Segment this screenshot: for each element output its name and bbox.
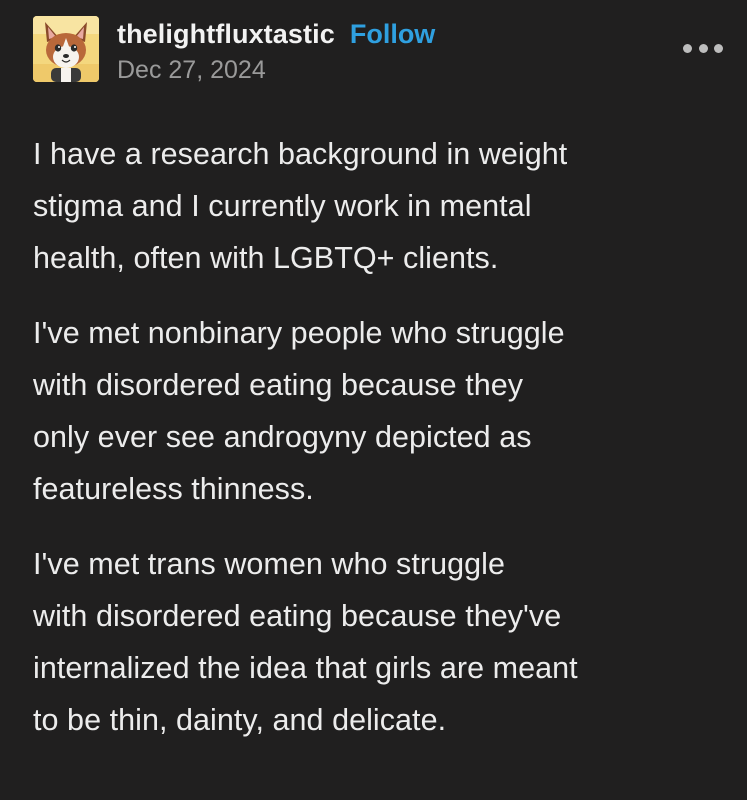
post-header: thelightfluxtastic Follow Dec 27, 2024	[33, 16, 723, 86]
avatar[interactable]	[33, 16, 99, 82]
text-line: I have a research background in weight	[33, 137, 568, 171]
text-line: with disordered eating because they	[33, 368, 524, 402]
text-line: stigma and I currently work in mental	[33, 189, 532, 223]
author-line: thelightfluxtastic Follow	[117, 16, 435, 52]
text-line: I've met trans women who struggle	[33, 547, 505, 581]
text-line: only ever see androgyny depicted as	[33, 420, 532, 454]
text-line: I've met nonbinary people who struggle	[33, 316, 565, 350]
text-line: to be thin, dainty, and delicate.	[33, 703, 447, 737]
fox-character-avatar-icon	[33, 16, 99, 82]
text-line: with disordered eating because they've	[33, 599, 562, 633]
post-paragraph: I've met trans women who struggle with d…	[33, 538, 723, 746]
more-options-icon	[698, 43, 708, 53]
text-line: health, often with LGBTQ+ clients.	[33, 241, 499, 275]
follow-button[interactable]: Follow	[350, 19, 435, 50]
more-options-icon	[714, 43, 723, 53]
text-line: internalized the idea that girls are mea…	[33, 651, 578, 685]
text-line: featureless thinness.	[33, 472, 314, 506]
post-card: thelightfluxtastic Follow Dec 27, 2024 I…	[0, 0, 747, 800]
post-body: I have a research background in weight s…	[33, 128, 723, 769]
post-paragraph: I have a research background in weight s…	[33, 128, 723, 284]
post-date: Dec 27, 2024	[117, 56, 266, 84]
author-block: thelightfluxtastic Follow Dec 27, 2024	[117, 16, 435, 85]
more-options-button[interactable]	[683, 38, 723, 58]
post-paragraph: I've met nonbinary people who struggle w…	[33, 307, 723, 515]
more-options-icon	[683, 43, 692, 53]
username[interactable]: thelightfluxtastic	[117, 19, 335, 50]
